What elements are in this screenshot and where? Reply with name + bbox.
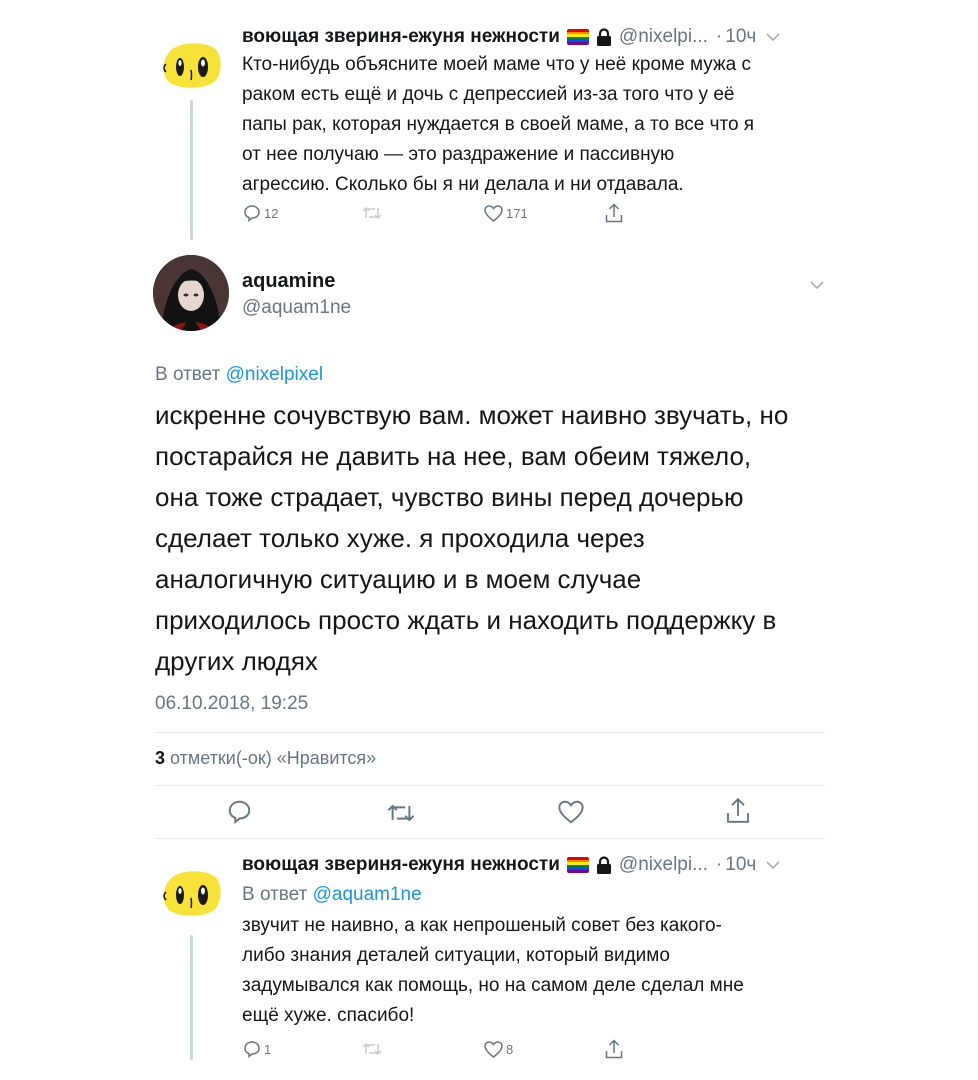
user-avatar[interactable] xyxy=(153,255,229,331)
reply-mention-link[interactable]: @nixelpixel xyxy=(226,364,323,385)
retweet-button[interactable] xyxy=(387,803,415,823)
like-count: 8 xyxy=(506,1042,514,1057)
user-handle[interactable]: @aquam1ne xyxy=(242,297,351,319)
display-name[interactable]: воющая звериня-ежуня нежности xyxy=(242,26,560,48)
retweet-icon xyxy=(362,1042,382,1056)
share-button[interactable] xyxy=(726,797,750,824)
display-name[interactable]: aquamine xyxy=(242,270,335,293)
thread-line xyxy=(190,935,193,1060)
likes-count: 3 xyxy=(155,748,166,768)
user-handle[interactable]: @nixelpi... xyxy=(619,26,708,48)
reply-mention-link[interactable]: @aquam1ne xyxy=(313,884,422,905)
share-icon xyxy=(605,1039,623,1059)
divider xyxy=(155,785,825,786)
thread-line xyxy=(190,100,193,240)
lock-icon xyxy=(596,855,611,874)
divider xyxy=(155,732,825,733)
tweet-text: искренне сочувствую вам. может наивно зв… xyxy=(155,400,789,676)
chevron-down-icon[interactable] xyxy=(810,281,824,290)
rainbow-flag-icon xyxy=(566,857,589,873)
like-button[interactable] xyxy=(558,800,584,824)
share-button[interactable] xyxy=(605,203,623,223)
separator-dot: · xyxy=(715,26,723,47)
retweet-icon xyxy=(362,206,382,220)
likes-label: отметки(-ок) «Нравится» xyxy=(170,748,377,768)
reply-count: 1 xyxy=(264,1041,272,1057)
reply-context: В ответ @nixelpixel xyxy=(155,364,324,385)
reply-icon xyxy=(228,800,251,824)
avatar-blob-icon[interactable] xyxy=(160,868,222,918)
share-icon xyxy=(727,797,749,823)
tweet-time[interactable]: 10ч xyxy=(725,26,756,48)
reply-button[interactable] xyxy=(227,799,252,824)
avatar-blob-icon[interactable] xyxy=(160,40,222,90)
reply-icon xyxy=(244,205,260,222)
tweet-header: воющая звериня-ежуня нежности @nixelpi..… xyxy=(242,26,780,48)
reply-count: 12 xyxy=(264,205,279,221)
tweet-header: воющая звериня-ежуня нежности @nixelpi..… xyxy=(242,854,780,876)
heart-icon xyxy=(558,800,584,824)
reply-context: В ответ @aquam1ne xyxy=(242,884,422,905)
like-button[interactable]: 171 xyxy=(484,205,528,222)
separator-dot: · xyxy=(715,854,723,875)
rainbow-flag-icon xyxy=(566,29,589,45)
lock-icon xyxy=(596,27,611,46)
display-name[interactable]: воющая звериня-ежуня нежности xyxy=(242,854,560,876)
chevron-down-icon[interactable] xyxy=(766,32,780,42)
divider xyxy=(155,838,825,839)
like-count: 171 xyxy=(506,206,528,221)
reply-button[interactable]: 12 xyxy=(243,204,278,222)
tweet-text: звучит не наивно, а как непрошеный совет… xyxy=(242,915,744,1026)
tweet-time[interactable]: 10ч xyxy=(725,854,756,876)
retweet-button[interactable] xyxy=(362,206,385,220)
chevron-down-icon[interactable] xyxy=(766,860,780,870)
likes-summary[interactable]: 3 отметки(-ок) «Нравится» xyxy=(155,748,376,769)
tweet-timestamp[interactable]: 06.10.2018, 19:25 xyxy=(155,693,308,715)
reply-button[interactable]: 1 xyxy=(243,1040,271,1058)
share-button[interactable] xyxy=(605,1039,623,1059)
user-handle[interactable]: @nixelpi... xyxy=(619,854,708,876)
heart-icon xyxy=(484,205,503,222)
retweet-icon xyxy=(387,804,415,822)
tweet-text: Кто-нибудь объясните моей маме что у неё… xyxy=(242,54,755,195)
reply-icon xyxy=(244,1041,260,1058)
heart-icon xyxy=(484,1041,503,1058)
retweet-button[interactable] xyxy=(362,1042,385,1056)
share-icon xyxy=(605,203,623,223)
like-button[interactable]: 8 xyxy=(484,1041,513,1058)
